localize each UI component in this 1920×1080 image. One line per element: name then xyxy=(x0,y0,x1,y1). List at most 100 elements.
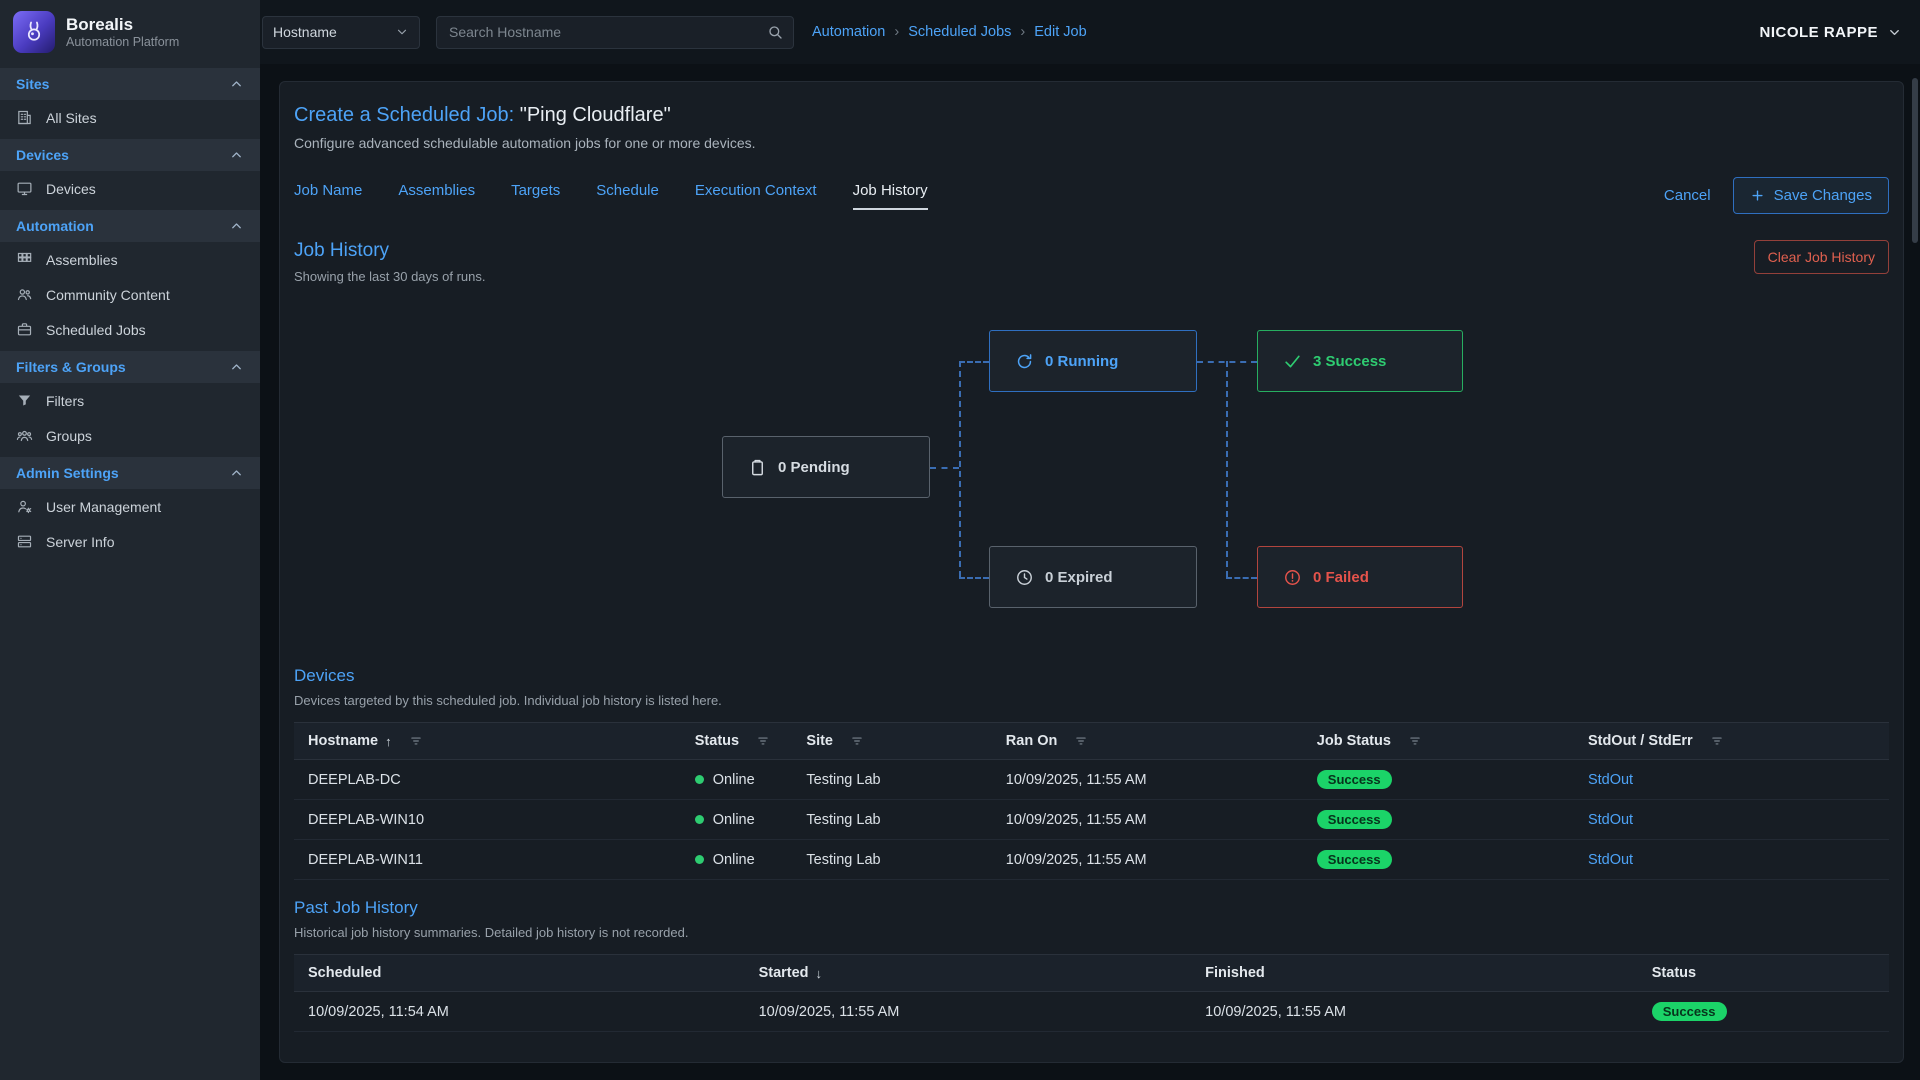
status-badge: Success xyxy=(1317,850,1392,869)
hostname-cell: DEEPLAB-DC xyxy=(294,760,685,800)
sidebar-item-filters[interactable]: Filters xyxy=(0,383,260,418)
topbar: Borealis Automation Platform Hostname Au… xyxy=(0,0,1920,64)
tab-execution-context[interactable]: Execution Context xyxy=(695,182,817,210)
connector-line xyxy=(959,577,989,579)
devices-heading: Devices xyxy=(294,666,1889,686)
tab-job-name[interactable]: Job Name xyxy=(294,182,362,210)
job-status-flow-diagram: 0 Pending 0 Running 3 Success 0 Expired xyxy=(294,288,1889,656)
column-header-stdout-stderr[interactable]: StdOut / StdErr xyxy=(1578,723,1889,760)
sidebar-item-assemblies[interactable]: Assemblies xyxy=(0,242,260,277)
sidebar-section-admin-settings[interactable]: Admin Settings xyxy=(0,457,260,489)
filter-icon[interactable] xyxy=(756,734,770,748)
tab-assemblies[interactable]: Assemblies xyxy=(398,182,475,210)
topbar-main: Hostname Automation Scheduled Jobs Edit … xyxy=(260,0,1920,64)
user-menu[interactable]: NICOLE RAPPE xyxy=(1759,24,1902,41)
sidebar-section-sites[interactable]: Sites xyxy=(0,68,260,100)
column-header-started[interactable]: Started ↓ xyxy=(749,955,1196,992)
site-cell: Testing Lab xyxy=(796,760,995,800)
stdout-link[interactable]: StdOut xyxy=(1588,852,1633,868)
scrollbar-thumb[interactable] xyxy=(1912,78,1918,243)
online-status-dot xyxy=(695,855,704,864)
connector-line xyxy=(959,361,989,363)
expired-status-node: 0 Expired xyxy=(989,546,1197,608)
sidebar: Sites All Sites Devices Devices Automati… xyxy=(0,64,260,1080)
breadcrumb: Automation Scheduled Jobs Edit Job xyxy=(812,24,1087,40)
job-history-heading-block: Job History Showing the last 30 days of … xyxy=(294,240,486,284)
sidebar-item-groups[interactable]: Groups xyxy=(0,418,260,453)
ran-on-cell: 10/09/2025, 11:55 AM xyxy=(996,840,1307,880)
building-icon xyxy=(16,109,33,126)
filter-icon[interactable] xyxy=(1408,734,1422,748)
sidebar-item-label: Devices xyxy=(46,181,96,197)
column-label: Finished xyxy=(1205,965,1265,981)
tab-schedule[interactable]: Schedule xyxy=(596,182,659,210)
column-label: StdOut / StdErr xyxy=(1588,733,1693,749)
plus-icon xyxy=(1750,188,1765,203)
column-header-site[interactable]: Site xyxy=(796,723,995,760)
column-label: Ran On xyxy=(1006,733,1058,749)
site-cell: Testing Lab xyxy=(796,800,995,840)
chevron-down-icon xyxy=(1887,25,1902,40)
column-header-scheduled[interactable]: Scheduled xyxy=(294,955,749,992)
page-title-job-name: "Ping Cloudflare" xyxy=(520,104,671,126)
filter-icon[interactable] xyxy=(1074,734,1088,748)
sidebar-item-label: Filters xyxy=(46,393,84,409)
search-input[interactable] xyxy=(447,23,767,41)
breadcrumb-edit-job[interactable]: Edit Job xyxy=(1011,24,1086,40)
filter-icon[interactable] xyxy=(1710,734,1724,748)
status-cell: Success xyxy=(1642,992,1889,1032)
sidebar-section-filters-groups[interactable]: Filters & Groups xyxy=(0,351,260,383)
table-row[interactable]: DEEPLAB-DC Online Testing Lab 10/09/2025… xyxy=(294,760,1889,800)
sidebar-section-devices[interactable]: Devices xyxy=(0,139,260,171)
expired-count-label: 0 Expired xyxy=(1045,569,1113,586)
column-label: Job Status xyxy=(1317,733,1391,749)
sidebar-item-server-info[interactable]: Server Info xyxy=(0,524,260,559)
cancel-button[interactable]: Cancel xyxy=(1664,187,1711,204)
sidebar-section-automation[interactable]: Automation xyxy=(0,210,260,242)
sidebar-item-label: Community Content xyxy=(46,287,170,303)
column-header-ran-on[interactable]: Ran On xyxy=(996,723,1307,760)
sidebar-item-devices[interactable]: Devices xyxy=(0,171,260,206)
clear-job-history-button[interactable]: Clear Job History xyxy=(1754,240,1889,274)
tab-job-history[interactable]: Job History xyxy=(853,182,928,210)
filter-icon[interactable] xyxy=(409,734,423,748)
sidebar-item-all-sites[interactable]: All Sites xyxy=(0,100,260,135)
column-header-hostname[interactable]: Hostname↑ xyxy=(294,723,685,760)
sidebar-item-scheduled-jobs[interactable]: Scheduled Jobs xyxy=(0,312,260,347)
status-cell: Online xyxy=(685,760,797,800)
job-status-cell: Success xyxy=(1307,760,1578,800)
sidebar-item-user-management[interactable]: User Management xyxy=(0,489,260,524)
column-header-status[interactable]: Status xyxy=(1642,955,1889,992)
sort-desc-icon: ↓ xyxy=(816,966,823,981)
table-row[interactable]: DEEPLAB-WIN11 Online Testing Lab 10/09/2… xyxy=(294,840,1889,880)
group-icon xyxy=(16,427,33,444)
sidebar-item-community-content[interactable]: Community Content xyxy=(0,277,260,312)
chevron-up-icon xyxy=(229,77,244,92)
app-logo-area[interactable]: Borealis Automation Platform xyxy=(0,0,260,64)
sidebar-item-label: Groups xyxy=(46,428,92,444)
chevron-up-icon xyxy=(229,219,244,234)
hostname-searchbox[interactable] xyxy=(436,16,794,49)
connector-line xyxy=(1226,577,1257,579)
chevron-down-icon xyxy=(395,25,409,39)
save-changes-button[interactable]: Save Changes xyxy=(1733,177,1889,214)
refresh-icon xyxy=(1015,352,1034,371)
tab-targets[interactable]: Targets xyxy=(511,182,560,210)
breadcrumb-automation[interactable]: Automation xyxy=(812,24,885,40)
table-row[interactable]: DEEPLAB-WIN10 Online Testing Lab 10/09/2… xyxy=(294,800,1889,840)
stdout-link[interactable]: StdOut xyxy=(1588,772,1633,788)
app-title-block: Borealis Automation Platform xyxy=(66,15,179,49)
column-header-job-status[interactable]: Job Status xyxy=(1307,723,1578,760)
hostname-dropdown[interactable]: Hostname xyxy=(262,16,420,49)
column-label: Status xyxy=(695,733,739,749)
breadcrumb-scheduled-jobs[interactable]: Scheduled Jobs xyxy=(885,24,1011,40)
filter-icon[interactable] xyxy=(850,734,864,748)
job-history-header: Job History Showing the last 30 days of … xyxy=(294,240,1889,284)
status-text: Online xyxy=(713,852,755,868)
column-label: Started xyxy=(759,965,809,981)
column-header-finished[interactable]: Finished xyxy=(1195,955,1642,992)
column-header-status[interactable]: Status xyxy=(685,723,797,760)
user-name: NICOLE RAPPE xyxy=(1759,24,1878,41)
table-row[interactable]: 10/09/2025, 11:54 AM 10/09/2025, 11:55 A… xyxy=(294,992,1889,1032)
stdout-link[interactable]: StdOut xyxy=(1588,812,1633,828)
